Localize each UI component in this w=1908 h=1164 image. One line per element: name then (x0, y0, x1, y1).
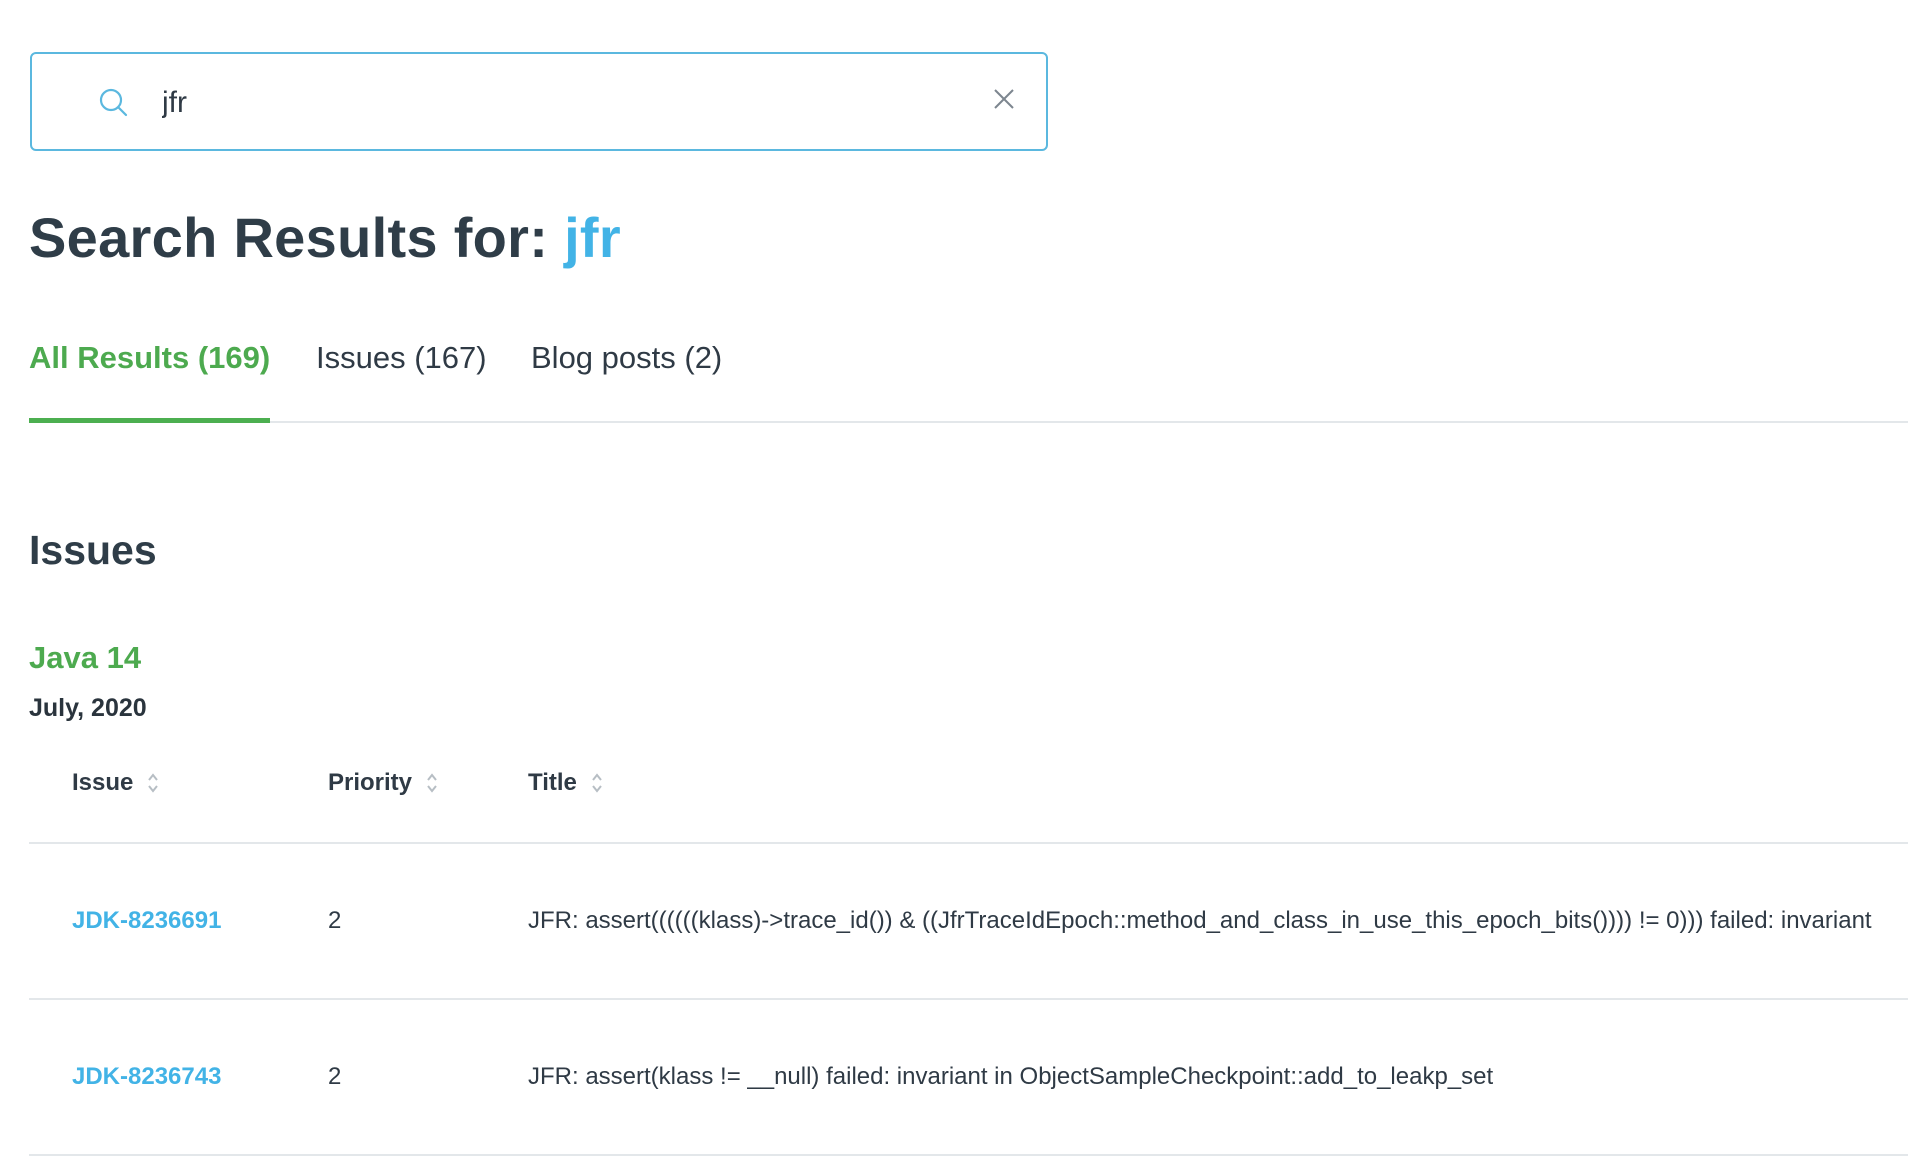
group-title: Java 14 (29, 640, 142, 675)
tab-issues[interactable]: Issues (167) (316, 340, 487, 423)
tab-all-results[interactable]: All Results (169) (29, 340, 271, 423)
column-header-title[interactable]: Title (528, 750, 603, 816)
tab-label: All Results (169) (29, 340, 271, 375)
sort-icon (148, 773, 159, 793)
active-tab-underline (29, 418, 271, 423)
issue-link[interactable]: JDK-8236743 (72, 1000, 221, 1154)
issue-link[interactable]: JDK-8236691 (72, 844, 221, 998)
search-query-highlight: jfr (564, 206, 621, 269)
column-header-label: Priority (328, 769, 413, 796)
table-row: JDK-8236743 2 JFR: assert(klass != __nul… (29, 1000, 1908, 1154)
search-bar (30, 52, 1048, 151)
sort-icon (427, 773, 437, 793)
tab-blog-posts[interactable]: Blog posts (2) (531, 340, 722, 423)
search-icon (99, 88, 128, 117)
search-input[interactable] (162, 78, 982, 128)
column-header-label: Issue (72, 769, 134, 796)
column-header-issue[interactable]: Issue (72, 750, 159, 816)
issue-title: JFR: assert((((((klass)->trace_id()) & (… (528, 907, 1872, 934)
results-tabs: All Results (169) Issues (167) Blog post… (29, 340, 1908, 423)
close-icon[interactable] (992, 87, 1016, 111)
row-divider (29, 1154, 1908, 1156)
issue-title: JFR: assert(klass != __null) failed: inv… (528, 1063, 1494, 1090)
column-header-priority[interactable]: Priority (328, 750, 438, 816)
column-header-label: Title (528, 769, 577, 796)
tab-label: Blog posts (2) (531, 340, 723, 375)
group-date: July, 2020 (29, 694, 147, 722)
page-title-prefix: Search Results for: (29, 206, 549, 269)
tab-label: Issues (167) (316, 340, 487, 375)
table-row: JDK-8236691 2 JFR: assert((((((klass)->t… (29, 844, 1908, 998)
sort-icon (592, 773, 602, 793)
page-title: Search Results for: jfr (29, 205, 621, 270)
priority-value: 2 (328, 1063, 342, 1090)
section-heading: Issues (29, 527, 157, 573)
priority-value: 2 (328, 907, 342, 934)
